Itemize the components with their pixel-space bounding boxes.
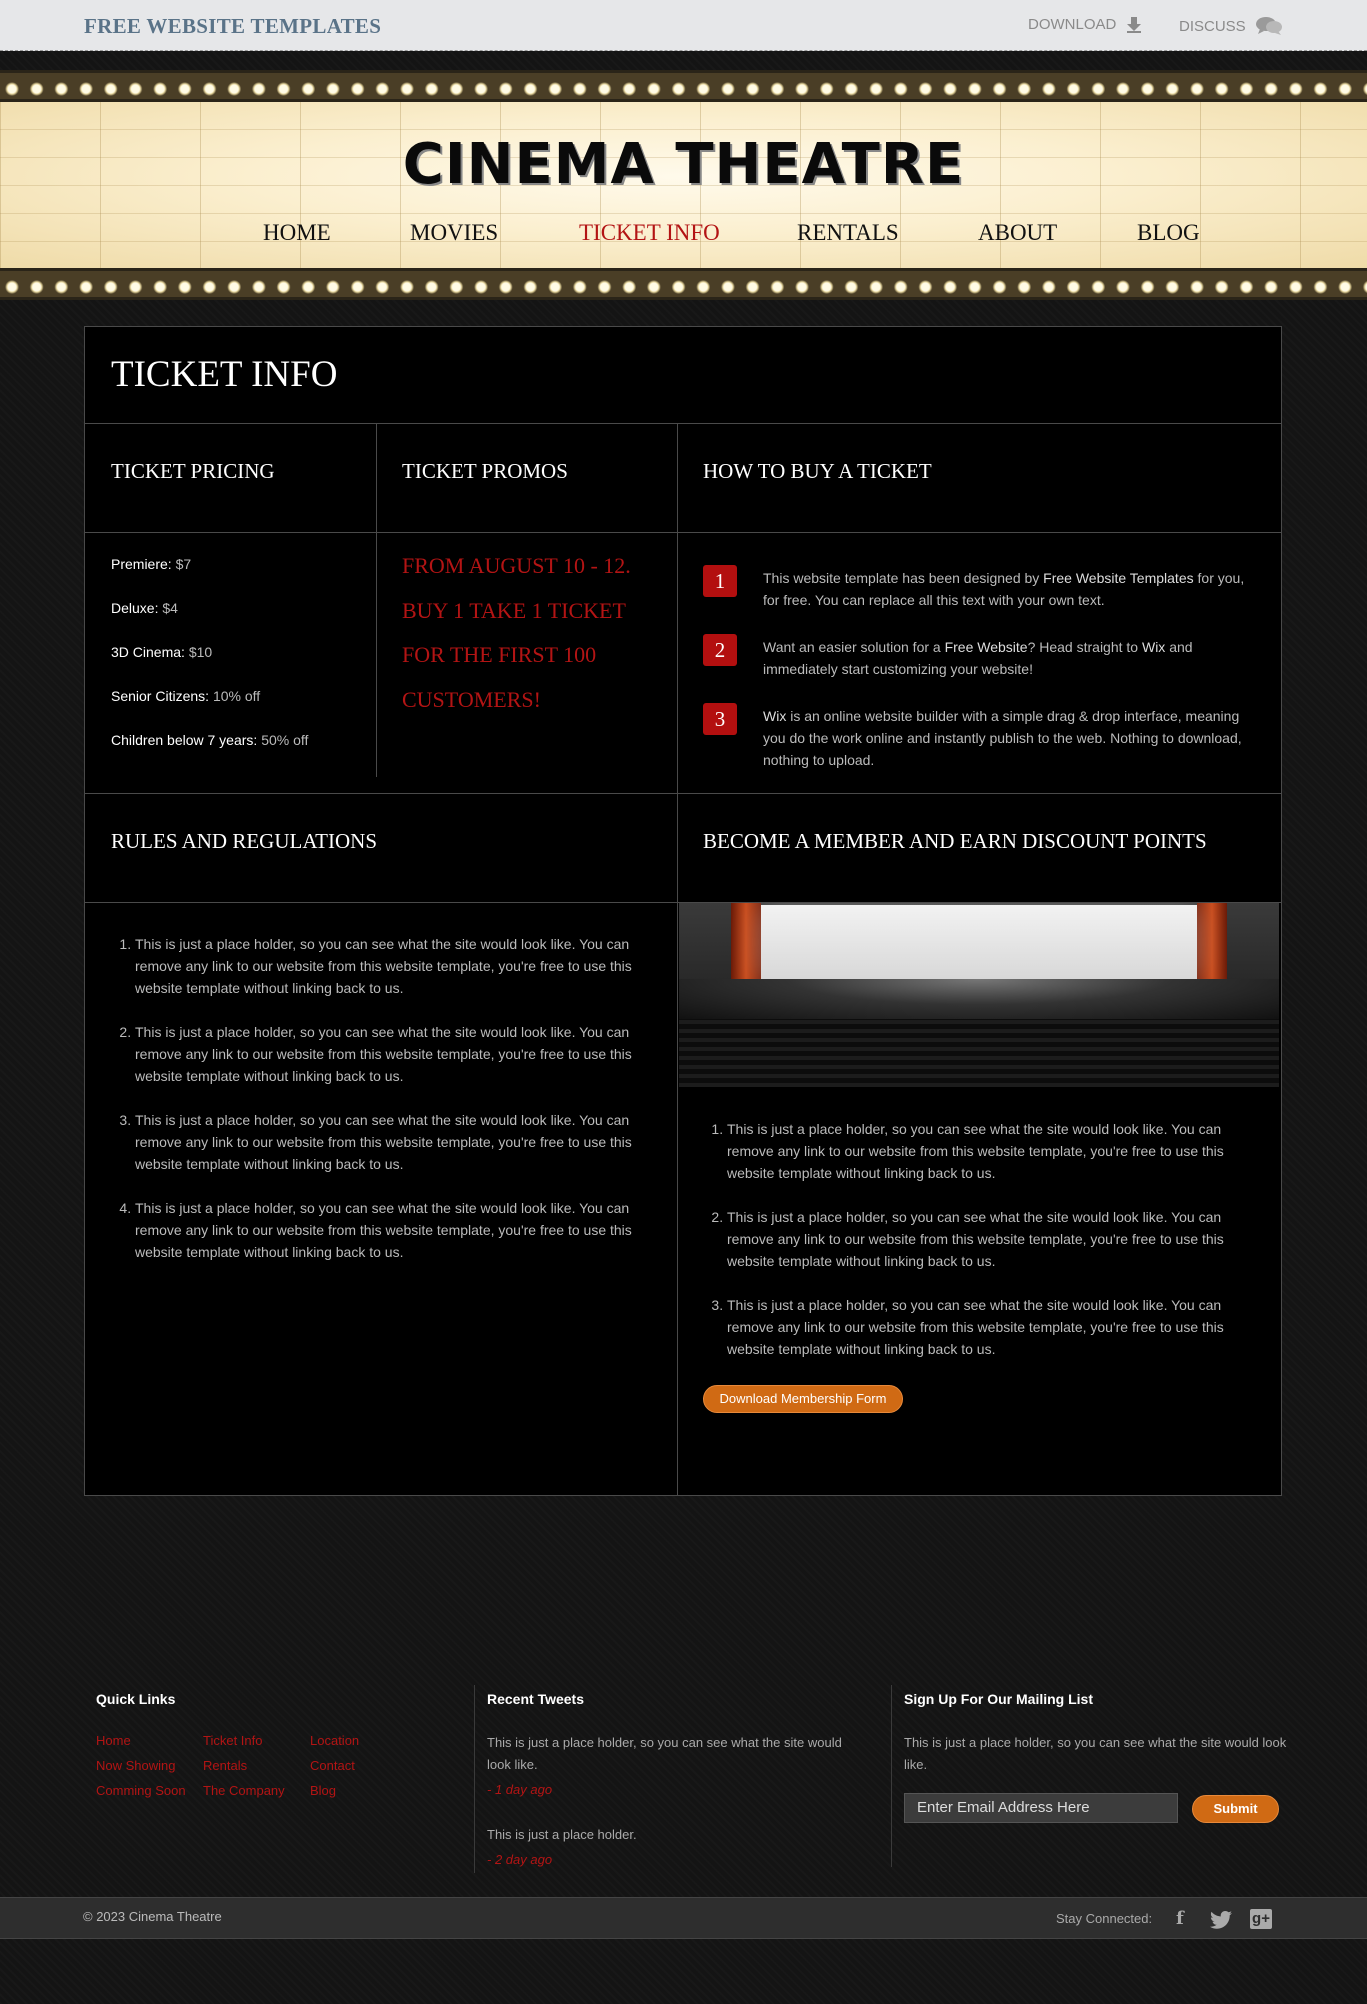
price-item: Senior Citizens: 10% off xyxy=(111,688,261,704)
wix-link[interactable]: Wix xyxy=(763,708,786,724)
tweet-text: This is just a place holder. xyxy=(487,1827,637,1842)
brand-link[interactable]: FREE WEBSITE TEMPLATES xyxy=(84,14,381,39)
step-number: 3 xyxy=(703,703,737,735)
bottom-bar: © 2023 Cinema Theatre Stay Connected: f … xyxy=(0,1897,1367,1939)
main-content: TICKET INFO TICKET PRICING Premiere: $7 … xyxy=(84,326,1282,1496)
list-item: This is just a place holder, so you can … xyxy=(727,1294,1267,1360)
step-number: 2 xyxy=(703,634,737,666)
quick-links-heading: Quick Links xyxy=(96,1691,176,1707)
download-link[interactable]: DOWNLOAD xyxy=(1028,16,1142,33)
footer-link-ticket-info[interactable]: Ticket Info xyxy=(203,1733,262,1748)
google-plus-icon[interactable]: g+ xyxy=(1250,1909,1272,1929)
footer-link-contact[interactable]: Contact xyxy=(310,1758,355,1773)
member-heading: BECOME A MEMBER AND EARN DISCOUNT POINTS xyxy=(703,829,1207,853)
nav-movies[interactable]: MOVIES xyxy=(410,220,498,246)
wix-link[interactable]: Wix xyxy=(1142,639,1165,655)
stay-connected-label: Stay Connected: xyxy=(1056,1911,1153,1926)
marquee-lights-bottom xyxy=(0,268,1367,300)
list-item: This is just a place holder, so you can … xyxy=(135,1109,645,1175)
tweet-text: This is just a place holder, so you can … xyxy=(487,1735,842,1772)
chat-bubbles-icon xyxy=(1255,17,1282,35)
step-text: Want an easier solution for a Free Websi… xyxy=(763,639,1193,677)
download-icon xyxy=(1127,16,1142,33)
price-item: Deluxe: $4 xyxy=(111,600,178,616)
how-to-buy-heading: HOW TO BUY A TICKET xyxy=(703,459,932,483)
step-number: 1 xyxy=(703,565,737,597)
nav-rentals[interactable]: RENTALS xyxy=(797,220,899,246)
nav-blog[interactable]: BLOG xyxy=(1137,220,1200,246)
copyright: © 2023 Cinema Theatre xyxy=(83,1909,222,1924)
site-logo[interactable]: CINEMA THEATRE xyxy=(0,132,1367,197)
list-item: This is just a place holder, so you can … xyxy=(135,933,645,999)
free-website-templates-link[interactable]: Free Website Templates xyxy=(1043,570,1193,586)
price-item: Children below 7 years: 50% off xyxy=(111,732,309,748)
list-item: This is just a place holder, so you can … xyxy=(727,1206,1267,1272)
discuss-link[interactable]: DISCUSS xyxy=(1179,16,1282,36)
footer-link-location[interactable]: Location xyxy=(310,1733,359,1748)
footer-link-now-showing[interactable]: Now Showing xyxy=(96,1758,176,1773)
twitter-icon[interactable] xyxy=(1210,1911,1232,1929)
marquee-header: CINEMA THEATRE HOME MOVIES TICKET INFO R… xyxy=(0,70,1367,300)
step-text: Wix is an online website builder with a … xyxy=(763,708,1242,768)
nav-home[interactable]: HOME xyxy=(263,220,331,246)
nav-ticket-info[interactable]: TICKET INFO xyxy=(579,220,720,246)
list-item: This is just a place holder, so you can … xyxy=(727,1118,1267,1184)
submit-button[interactable]: Submit xyxy=(1192,1795,1279,1823)
ticket-promos-heading: TICKET PROMOS xyxy=(402,459,568,483)
facebook-icon[interactable]: f xyxy=(1176,1908,1184,1929)
download-label: DOWNLOAD xyxy=(1028,16,1117,33)
mailing-text: This is just a place holder, so you can … xyxy=(904,1735,1287,1772)
discuss-label: DISCUSS xyxy=(1179,17,1246,35)
footer-link-the-company[interactable]: The Company xyxy=(203,1783,285,1798)
rules-list: This is just a place holder, so you can … xyxy=(135,933,645,1285)
price-item: Premiere: $7 xyxy=(111,556,192,572)
theatre-image xyxy=(679,903,1279,1087)
ticket-pricing-heading: TICKET PRICING xyxy=(111,459,275,483)
footer-link-home[interactable]: Home xyxy=(96,1733,131,1748)
download-membership-form-button[interactable]: Download Membership Form xyxy=(703,1385,903,1413)
email-field[interactable]: Enter Email Address Here xyxy=(904,1793,1178,1823)
recent-tweets-heading: Recent Tweets xyxy=(487,1691,584,1707)
free-website-link[interactable]: Free Website xyxy=(945,639,1028,655)
price-item: 3D Cinema: $10 xyxy=(111,644,213,660)
list-item: This is just a place holder, so you can … xyxy=(135,1197,645,1263)
list-item: This is just a place holder, so you can … xyxy=(135,1021,645,1087)
step-text: This website template has been designed … xyxy=(763,570,1245,608)
tweet-date: - 1 day ago xyxy=(487,1782,553,1797)
top-bar: FREE WEBSITE TEMPLATES DOWNLOAD DISCUSS xyxy=(0,0,1367,51)
marquee-lights-top xyxy=(0,70,1367,102)
footer-link-comming-soon[interactable]: Comming Soon xyxy=(96,1783,186,1798)
nav-about[interactable]: ABOUT xyxy=(978,220,1057,246)
footer-link-blog[interactable]: Blog xyxy=(310,1783,336,1798)
tweet-date: - 2 day ago xyxy=(487,1852,553,1867)
footer-link-rentals[interactable]: Rentals xyxy=(203,1758,247,1773)
page-title: TICKET INFO xyxy=(111,354,338,395)
member-list: This is just a place holder, so you can … xyxy=(727,1118,1267,1382)
rules-heading: RULES AND REGULATIONS xyxy=(111,829,378,853)
mailing-list-heading: Sign Up For Our Mailing List xyxy=(904,1691,1093,1707)
promo-text: FROM AUGUST 10 - 12. BUY 1 TAKE 1 TICKET… xyxy=(402,553,631,712)
